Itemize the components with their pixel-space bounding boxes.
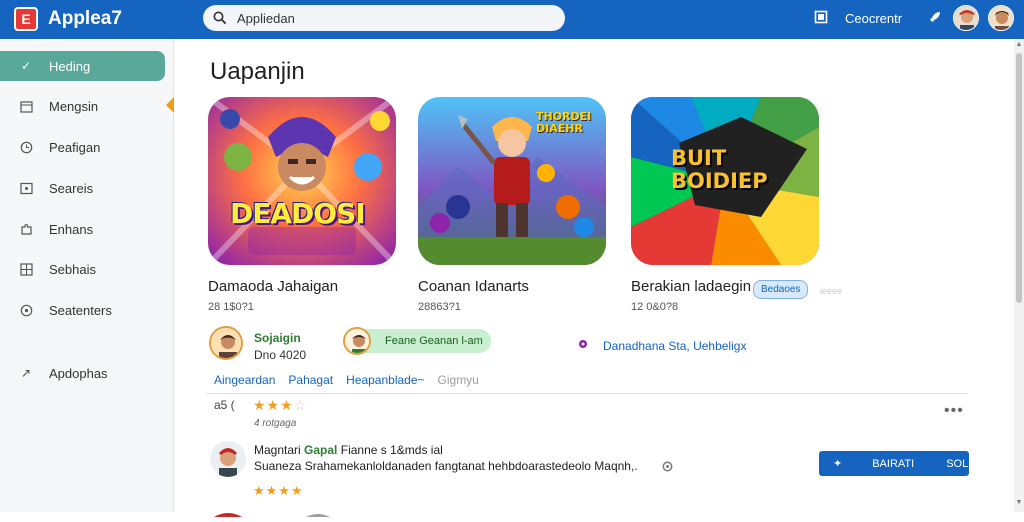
rocket-icon[interactable] (928, 10, 942, 24)
sidebar-item-label: Enhans (49, 221, 94, 237)
expand-icon: ↗ (20, 366, 32, 380)
tab-pahagat[interactable]: Pahagat (288, 373, 333, 387)
developer-link[interactable]: Danadhana Sta, Uehbeligx (603, 339, 746, 353)
button-label-secondary: SOLL (946, 457, 975, 470)
review-meta: Fianne s 1&mds ial (340, 443, 443, 457)
sidebar-item-label: Seatenters (49, 302, 112, 318)
app-title: Applea7 (48, 8, 122, 29)
star-rating: ★★★★ (253, 483, 304, 498)
reviewer-tag: Gapal (304, 443, 338, 457)
sidebar-item-enhans[interactable]: Enhans (0, 214, 165, 244)
scroll-up-icon[interactable]: ▲ (1015, 41, 1023, 48)
search-bar[interactable] (203, 5, 565, 31)
search-icon (213, 11, 227, 25)
game-subtitle: 28 1$0?1 (208, 301, 254, 313)
rating-note: 4 rotgaga (254, 418, 297, 429)
image-icon (18, 180, 34, 196)
pill-label: Feane Geanan l-am (385, 335, 483, 347)
game-title[interactable]: Berakian ladaegin (631, 278, 751, 295)
tab-aingeardan[interactable]: Aingeardan (214, 373, 275, 387)
page-title: Uapanjin (210, 58, 305, 85)
button-label: BAIRATI (872, 457, 915, 470)
avatar[interactable] (209, 326, 243, 360)
search-input[interactable] (237, 10, 537, 26)
tab-gigmyu[interactable]: Gigmyu (438, 373, 479, 387)
star-rating: ★★★☆ (253, 397, 308, 413)
avatar[interactable] (210, 441, 246, 477)
sidebar-item-label: Mengsin (49, 98, 99, 114)
sidebar-item-peafigan[interactable]: Peafigan (0, 132, 165, 162)
top-bar: E Applea7 Ceocrentr (0, 0, 1024, 39)
sidebar-item-label: Heding (49, 58, 91, 74)
tab-heapanblade[interactable]: Heapanblade~ (346, 373, 424, 387)
scroll-down-icon[interactable]: ▼ (1015, 499, 1023, 506)
tab-bar: Aingeardan Pahagat Heapanblade~ Gigmyu (214, 373, 492, 387)
sidebar-item-label: Apdophas (49, 365, 108, 381)
sidebar-item-seatenters[interactable]: Seatenters (0, 295, 165, 325)
review-header: Magntari Gapal Fianne s 1&mds ial (254, 443, 443, 457)
settings-icon (18, 302, 34, 318)
check-icon: ✓ (20, 59, 32, 73)
sidebar-item-seareis[interactable]: Seareis (0, 173, 165, 203)
status-badge: Bedaoes (753, 280, 809, 299)
review-text: Suaneza Srahamekanloldanaden fangtanat h… (254, 459, 638, 473)
scrollbar[interactable]: ▲ ▼ (1014, 39, 1024, 512)
faint-label: ieeee (820, 286, 843, 296)
divider (206, 393, 968, 394)
avatar[interactable] (953, 5, 979, 31)
sidebar: ✓ Heding Mengsin Peafigan Seareis Enhans… (0, 39, 174, 512)
clock-icon (18, 139, 34, 155)
puzzle-icon (18, 221, 34, 237)
sidebar-item-heding[interactable]: ✓ Heding (0, 51, 165, 81)
sidebar-item-label: Sebhais (49, 261, 96, 277)
sidebar-item-label: Seareis (49, 180, 94, 196)
sidebar-item-mengsin[interactable]: Mengsin (0, 91, 165, 121)
avatar (343, 327, 371, 355)
grid-icon (18, 261, 34, 277)
author-date: Dno 4020 (254, 348, 307, 362)
sidebar-item-apdophas[interactable]: ↗ Apdophas (0, 358, 165, 388)
pin-icon: ✦ (833, 458, 843, 470)
app-logo-icon[interactable]: E (14, 7, 38, 31)
sidebar-item-sebhais[interactable]: Sebhais (0, 254, 165, 284)
game-subtitle: 12 0&0?8 (631, 301, 679, 313)
game-title[interactable]: Coanan Idanarts (418, 278, 529, 295)
rating-prefix: a5 ( (214, 398, 235, 412)
calendar-icon (18, 98, 34, 114)
game-card-art-2[interactable] (418, 97, 606, 265)
review-action-button[interactable]: ✦ BAIRATI SOLL (819, 451, 974, 476)
game-title[interactable]: Damaoda Jahaigan (208, 278, 338, 295)
sidebar-item-label: Peafigan (49, 139, 101, 155)
next-review-peek (214, 504, 334, 517)
game-subtitle: 28863?1 (418, 301, 461, 313)
scrollbar-thumb[interactable] (1016, 53, 1022, 303)
tag-icon (579, 340, 587, 348)
sidebar-indicator (166, 97, 174, 113)
follow-pill[interactable]: Feane Geanan l-am (343, 327, 491, 355)
top-nav-link[interactable]: Ceocrentr (845, 11, 902, 26)
game-card-art-1[interactable] (208, 97, 396, 265)
reply-icon[interactable] (662, 461, 673, 472)
game-card-art-3[interactable] (631, 97, 819, 265)
author-name[interactable]: Sojaigin (254, 331, 301, 345)
reviewer-name[interactable]: Magntari (254, 443, 301, 457)
avatar[interactable] (988, 5, 1014, 31)
window-icon[interactable] (814, 10, 828, 24)
more-options-icon[interactable]: ••• (944, 402, 964, 420)
